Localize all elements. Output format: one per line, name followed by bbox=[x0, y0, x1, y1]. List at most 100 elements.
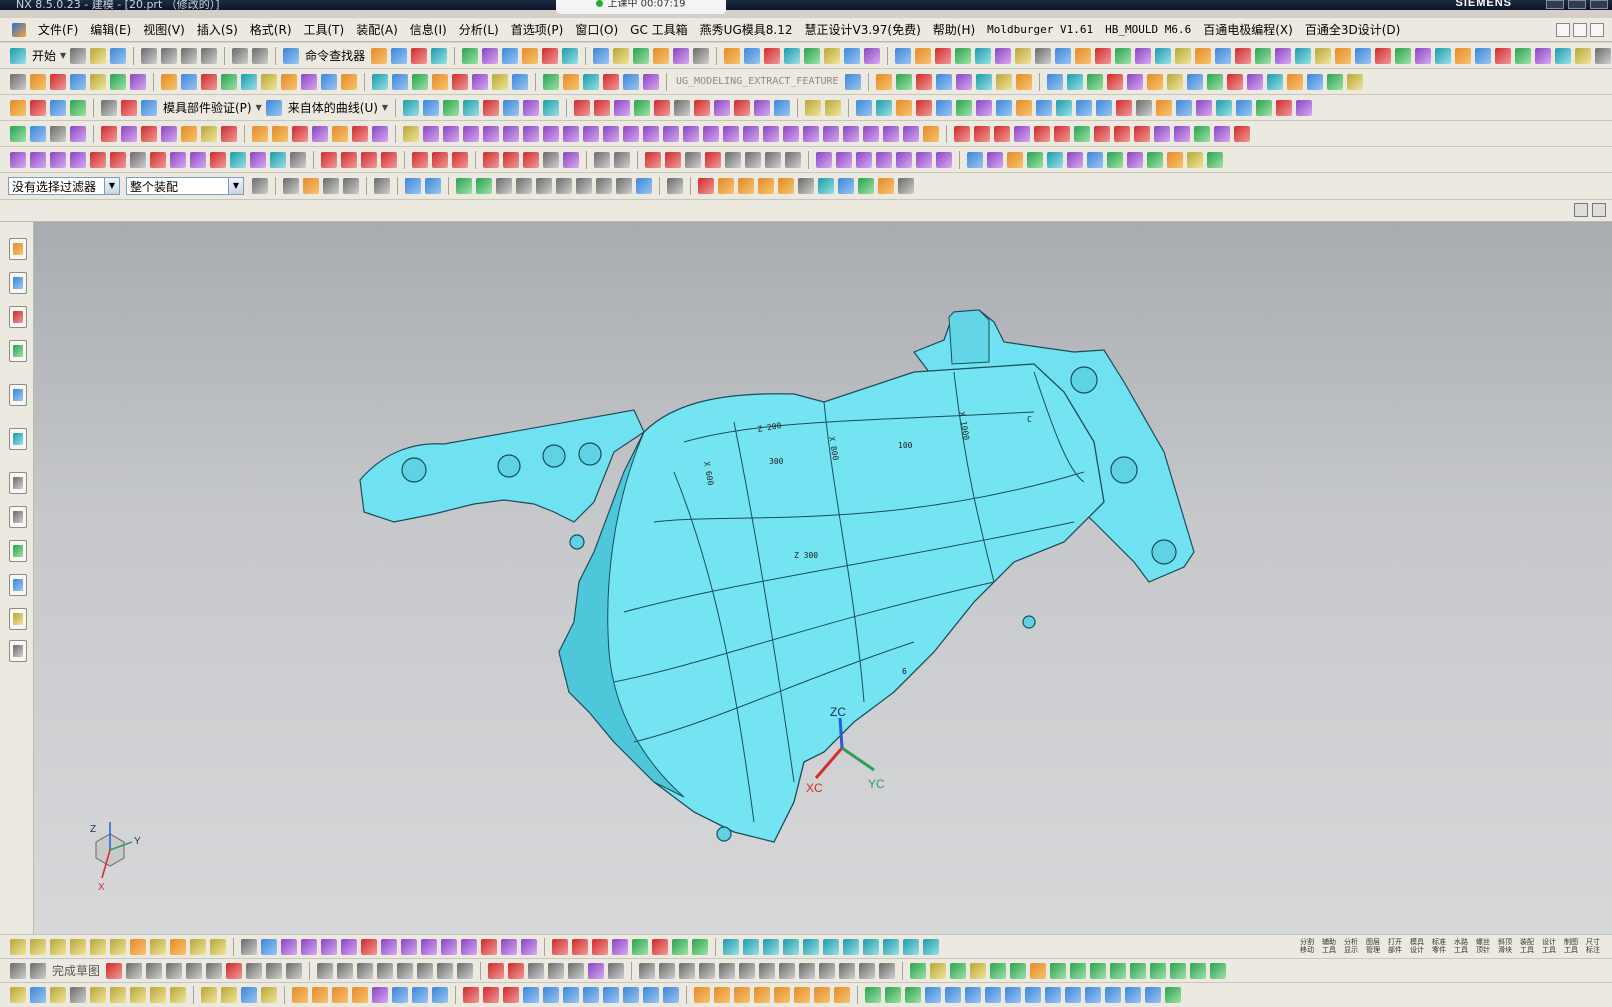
undo-icon[interactable] bbox=[232, 47, 249, 64]
toolbar-icon[interactable] bbox=[878, 178, 894, 194]
toolbar-icon[interactable] bbox=[170, 151, 186, 168]
toolbar-icon[interactable] bbox=[1074, 125, 1090, 142]
toolbar-icon[interactable] bbox=[30, 151, 46, 168]
toolbar-icon[interactable] bbox=[1174, 125, 1190, 142]
toolbar-icon[interactable] bbox=[725, 151, 741, 168]
toolbar-icon[interactable] bbox=[694, 99, 711, 116]
tool-label[interactable]: 装配工具 bbox=[1518, 938, 1536, 954]
command-finder-button[interactable]: 命令查找器 bbox=[305, 47, 365, 64]
toolbar-icon[interactable] bbox=[270, 151, 286, 168]
toolbar-icon[interactable] bbox=[10, 73, 26, 90]
menu-file[interactable]: 文件(F) bbox=[32, 21, 84, 38]
tool-label[interactable]: 分析显示 bbox=[1342, 938, 1360, 954]
toolbar-icon[interactable] bbox=[423, 99, 440, 116]
toolbar-icon[interactable] bbox=[858, 178, 874, 194]
toolbar-icon[interactable] bbox=[50, 125, 66, 142]
toolbar-icon[interactable] bbox=[955, 73, 972, 90]
toolbar-icon[interactable] bbox=[523, 987, 539, 1003]
line-icon[interactable] bbox=[321, 151, 337, 168]
toolbar-icon[interactable] bbox=[910, 962, 927, 979]
toolbar-icon[interactable] bbox=[592, 938, 608, 955]
toolbar-icon[interactable] bbox=[181, 125, 197, 142]
toolbar-icon[interactable] bbox=[875, 73, 892, 90]
toolbar-icon[interactable] bbox=[476, 178, 492, 194]
tool-label[interactable]: 尺寸标注 bbox=[1584, 938, 1602, 954]
toolbar-icon[interactable] bbox=[463, 99, 480, 116]
toolbar-icon[interactable] bbox=[508, 962, 525, 979]
toolbar-icon[interactable] bbox=[10, 151, 26, 168]
toolbar-icon[interactable] bbox=[703, 125, 719, 142]
toolbar-icon[interactable] bbox=[876, 99, 893, 116]
toolbar-icon[interactable] bbox=[1030, 962, 1047, 979]
toolbar-icon[interactable] bbox=[283, 178, 299, 194]
toolbar-icon[interactable] bbox=[543, 125, 559, 142]
sketch-icon[interactable] bbox=[10, 962, 26, 979]
toolbar-icon[interactable] bbox=[1034, 125, 1050, 142]
toolbar-icon[interactable] bbox=[714, 99, 731, 116]
toolbar-icon[interactable] bbox=[411, 47, 428, 64]
toolbar-icon[interactable] bbox=[719, 962, 736, 979]
toolbar-icon[interactable] bbox=[250, 151, 266, 168]
toolbar-icon[interactable] bbox=[201, 73, 217, 90]
toolbar-icon[interactable] bbox=[492, 73, 508, 90]
toolbar-icon[interactable] bbox=[101, 99, 117, 116]
toolbar-icon[interactable] bbox=[1375, 47, 1392, 64]
toolbar-icon[interactable] bbox=[572, 938, 588, 955]
reuse-library-tab[interactable] bbox=[9, 340, 27, 362]
toolbar-icon[interactable] bbox=[252, 178, 268, 194]
toolbar-icon[interactable] bbox=[843, 938, 859, 955]
circle-icon[interactable] bbox=[412, 151, 428, 168]
toolbar-icon[interactable] bbox=[916, 151, 932, 168]
toolbar-icon[interactable] bbox=[417, 962, 434, 979]
toolbar-icon[interactable] bbox=[496, 178, 512, 194]
toolbar-icon[interactable] bbox=[1047, 151, 1063, 168]
toolbar-icon[interactable] bbox=[1147, 151, 1163, 168]
menu-view[interactable]: 视图(V) bbox=[137, 21, 191, 38]
toolbar-icon[interactable] bbox=[391, 47, 408, 64]
toolbar-icon[interactable] bbox=[633, 47, 650, 64]
toolbar-icon[interactable] bbox=[1116, 99, 1133, 116]
toolbar-icon[interactable] bbox=[663, 987, 679, 1003]
toolbar-icon[interactable] bbox=[317, 962, 334, 979]
toolbar-icon[interactable] bbox=[261, 938, 277, 955]
toolbar-icon[interactable] bbox=[1067, 151, 1083, 168]
toolbar-icon[interactable] bbox=[121, 99, 137, 116]
toolbar-icon[interactable] bbox=[1355, 47, 1372, 64]
toolbar-icon[interactable] bbox=[783, 938, 799, 955]
toolbar-icon[interactable] bbox=[443, 125, 459, 142]
toolbar-icon[interactable] bbox=[588, 962, 605, 979]
toolbar-icon[interactable] bbox=[483, 151, 499, 168]
toolbar-icon[interactable] bbox=[896, 99, 913, 116]
toolbar-icon[interactable] bbox=[452, 151, 468, 168]
toolbar-icon[interactable] bbox=[865, 987, 881, 1003]
toolbar-icon[interactable] bbox=[341, 151, 357, 168]
toolbar-icon[interactable] bbox=[221, 987, 237, 1003]
open-file-icon[interactable] bbox=[90, 47, 107, 64]
toolbar-icon[interactable] bbox=[1475, 47, 1492, 64]
toolbar-icon[interactable] bbox=[603, 125, 619, 142]
menu-full-3d-design[interactable]: 百通全3D设计(D) bbox=[1299, 21, 1406, 38]
toolbar-icon[interactable] bbox=[321, 938, 337, 955]
toolbar-icon[interactable] bbox=[738, 178, 754, 194]
toolbar-icon[interactable] bbox=[613, 47, 630, 64]
toolbar-icon[interactable] bbox=[763, 938, 779, 955]
doc-minimize-button[interactable] bbox=[1556, 22, 1570, 37]
toolbar-icon[interactable] bbox=[403, 125, 419, 142]
toolbar-icon[interactable] bbox=[461, 938, 477, 955]
toolbar-icon[interactable] bbox=[463, 125, 479, 142]
paste-icon[interactable] bbox=[181, 47, 198, 64]
toolbar-icon[interactable] bbox=[1125, 987, 1141, 1003]
toolbar-icon[interactable] bbox=[805, 99, 822, 116]
system-materials-tab[interactable] bbox=[9, 506, 27, 528]
toolbar-icon[interactable] bbox=[512, 73, 528, 90]
toolbar-icon[interactable] bbox=[659, 962, 676, 979]
toolbar-icon[interactable] bbox=[645, 151, 661, 168]
toolbar-icon[interactable] bbox=[765, 151, 781, 168]
toolbar-icon[interactable] bbox=[357, 962, 374, 979]
toolbar-icon[interactable] bbox=[90, 151, 106, 168]
menu-preferences[interactable]: 首选项(P) bbox=[505, 21, 570, 38]
toolbar-icon[interactable] bbox=[923, 125, 939, 142]
toolbar-icon[interactable] bbox=[501, 938, 517, 955]
toolbar-icon[interactable] bbox=[412, 987, 428, 1003]
toolbar-icon[interactable] bbox=[774, 987, 790, 1003]
